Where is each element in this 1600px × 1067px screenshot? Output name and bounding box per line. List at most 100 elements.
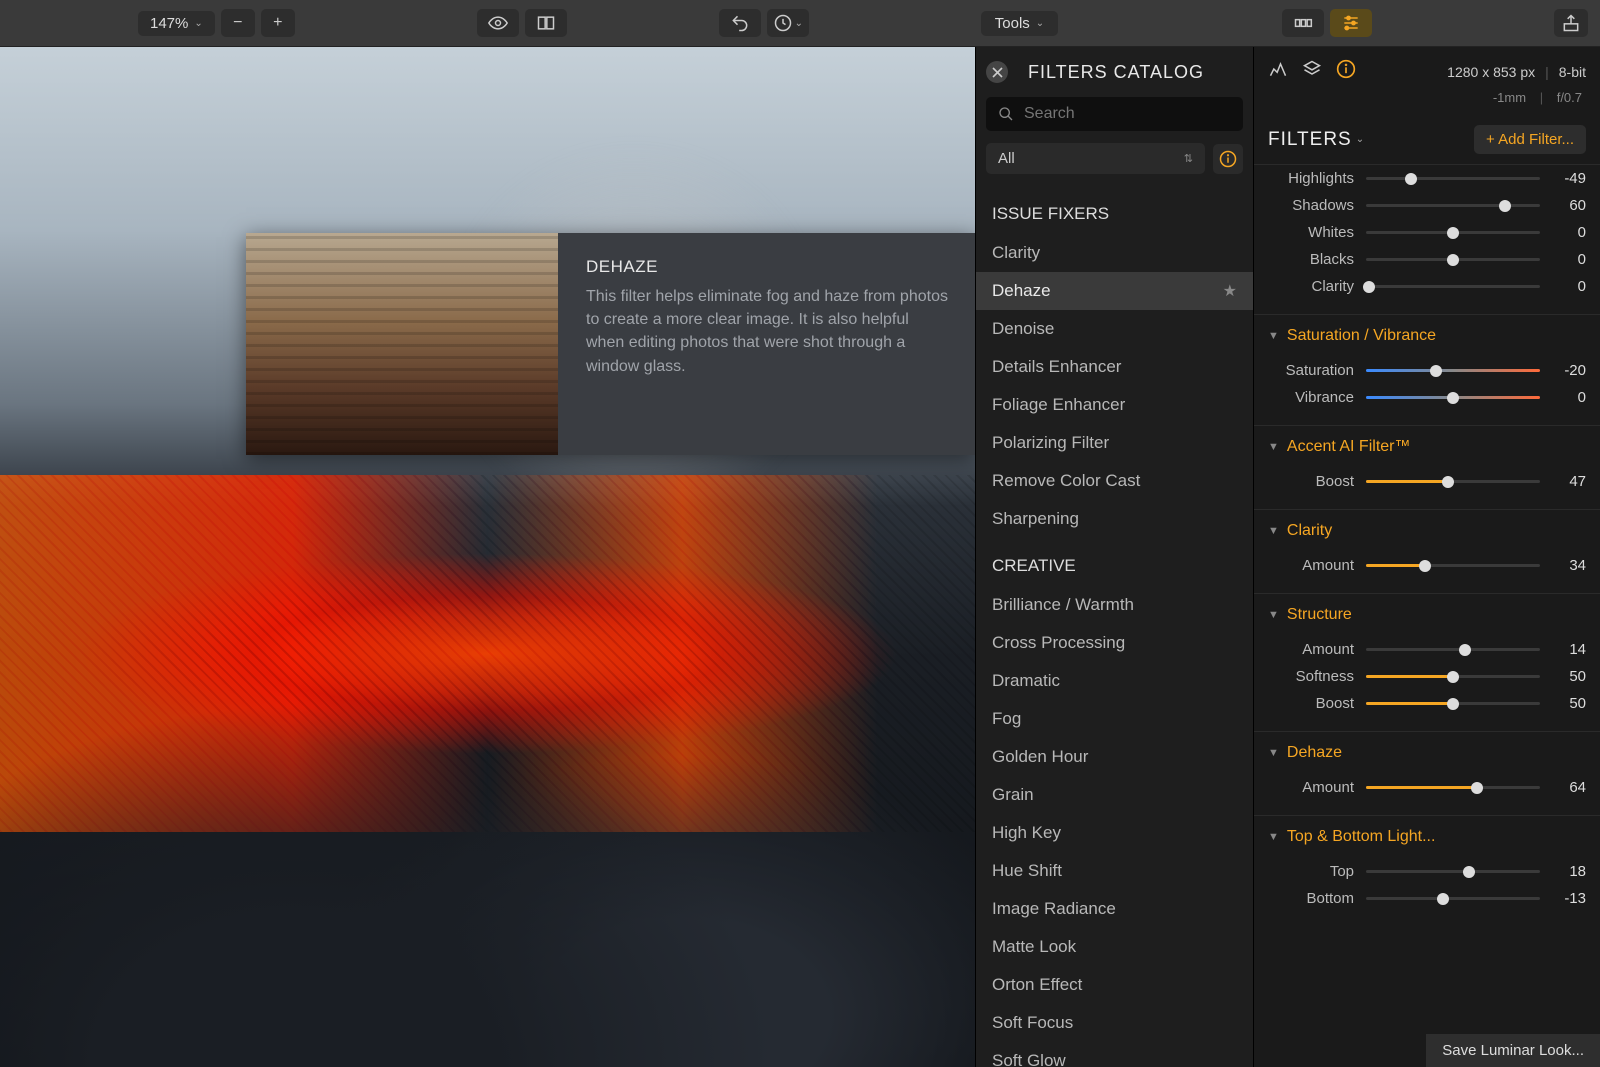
catalog-item[interactable]: Cross Processing [976, 624, 1253, 662]
history-icon [773, 13, 793, 33]
triangle-down-icon: ▼ [1268, 609, 1279, 621]
slider-track[interactable] [1366, 369, 1540, 372]
filter-group-header[interactable]: ▼Saturation / Vibrance [1254, 315, 1600, 357]
zoom-out-button[interactable]: − [221, 9, 255, 37]
info-button[interactable] [1213, 144, 1243, 174]
slider-track[interactable] [1366, 675, 1540, 678]
slider-thumb[interactable] [1447, 254, 1459, 266]
slider-track[interactable] [1366, 897, 1540, 900]
share-button[interactable] [1554, 9, 1588, 37]
slider-value: 47 [1552, 473, 1586, 490]
aperture: f/0.7 [1557, 90, 1582, 105]
catalog-item[interactable]: Soft Focus [976, 1004, 1253, 1042]
catalog-item[interactable]: Remove Color Cast [976, 462, 1253, 500]
slider-track[interactable] [1366, 702, 1540, 705]
close-catalog-button[interactable] [986, 61, 1008, 83]
catalog-item[interactable]: Grain [976, 776, 1253, 814]
slider-track[interactable] [1366, 231, 1540, 234]
toolbar: 147%⌄ − + ⌄ Tools⌄ [0, 0, 1600, 47]
slider-thumb[interactable] [1471, 782, 1483, 794]
layers-button[interactable] [1302, 59, 1322, 84]
zoom-level[interactable]: 147%⌄ [138, 11, 215, 36]
catalog-item[interactable]: High Key [976, 814, 1253, 852]
catalog-item[interactable]: Details Enhancer [976, 348, 1253, 386]
slider-row: Clarity0 [1268, 273, 1586, 300]
slider-row: Saturation-20 [1268, 357, 1586, 384]
catalog-item[interactable]: Sharpening [976, 500, 1253, 538]
histogram-button[interactable] [1268, 59, 1288, 84]
add-filter-button[interactable]: + Add Filter... [1474, 125, 1586, 154]
catalog-item[interactable]: Golden Hour [976, 738, 1253, 776]
slider-track[interactable] [1366, 177, 1540, 180]
slider-thumb[interactable] [1363, 281, 1375, 293]
catalog-item[interactable]: Orton Effect [976, 966, 1253, 1004]
slider-track[interactable] [1366, 648, 1540, 651]
presets-view-button[interactable] [1282, 9, 1324, 37]
zoom-in-button[interactable]: + [261, 9, 295, 37]
slider-label: Shadows [1268, 197, 1354, 214]
search-input[interactable] [1024, 105, 1231, 123]
catalog-item[interactable]: Fog [976, 700, 1253, 738]
search-icon [998, 106, 1014, 122]
filter-group-header[interactable]: ▼Clarity [1254, 510, 1600, 552]
catalog-item[interactable]: Foliage Enhancer [976, 386, 1253, 424]
slider-track[interactable] [1366, 285, 1540, 288]
catalog-item[interactable]: Hue Shift [976, 852, 1253, 890]
image-canvas[interactable]: DEHAZE This filter helps eliminate fog a… [0, 47, 975, 1067]
slider-thumb[interactable] [1447, 392, 1459, 404]
warning-button[interactable] [1336, 59, 1356, 84]
catalog-item[interactable]: Brilliance / Warmth [976, 586, 1253, 624]
triangle-down-icon: ▼ [1268, 831, 1279, 843]
filter-group-header[interactable]: ▼Dehaze [1254, 732, 1600, 774]
save-look-button[interactable]: Save Luminar Look... [1426, 1034, 1600, 1067]
slider-thumb[interactable] [1447, 698, 1459, 710]
catalog-item[interactable]: Image Radiance [976, 890, 1253, 928]
history-button[interactable]: ⌄ [767, 9, 809, 37]
slider-track[interactable] [1366, 564, 1540, 567]
slider-thumb[interactable] [1437, 893, 1449, 905]
catalog-item[interactable]: Denoise [976, 310, 1253, 348]
search-box[interactable] [986, 97, 1243, 131]
slider-row: Top18 [1268, 858, 1586, 885]
slider-value: 34 [1552, 557, 1586, 574]
filters-view-button[interactable] [1330, 9, 1372, 37]
catalog-item[interactable]: Matte Look [976, 928, 1253, 966]
slider-track[interactable] [1366, 480, 1540, 483]
filters-dropdown[interactable]: FILTERS⌄ [1268, 129, 1365, 151]
filter-group-header[interactable]: ▼Accent AI Filter™ [1254, 426, 1600, 468]
slider-thumb[interactable] [1499, 200, 1511, 212]
tools-menu[interactable]: Tools⌄ [981, 11, 1058, 36]
filter-group-header[interactable]: ▼Top & Bottom Light... [1254, 816, 1600, 858]
slider-value: 14 [1552, 641, 1586, 658]
slider-track[interactable] [1366, 258, 1540, 261]
catalog-item[interactable]: Soft Glow [976, 1042, 1253, 1067]
catalog-item[interactable]: Polarizing Filter [976, 424, 1253, 462]
slider-label: Boost [1268, 473, 1354, 490]
slider-thumb[interactable] [1447, 227, 1459, 239]
slider-track[interactable] [1366, 870, 1540, 873]
slider-track[interactable] [1366, 204, 1540, 207]
category-dropdown[interactable]: All ⇅ [986, 143, 1205, 174]
catalog-item[interactable]: Dramatic [976, 662, 1253, 700]
catalog-item[interactable]: Dehaze★ [976, 272, 1253, 310]
slider-thumb[interactable] [1442, 476, 1454, 488]
undo-button[interactable] [719, 9, 761, 37]
catalog-item[interactable]: Clarity [976, 234, 1253, 272]
slider-thumb[interactable] [1430, 365, 1442, 377]
slider-value: -49 [1552, 170, 1586, 187]
slider-thumb[interactable] [1463, 866, 1475, 878]
slider-label: Blacks [1268, 251, 1354, 268]
filter-group-header[interactable]: ▼Structure [1254, 594, 1600, 636]
slider-thumb[interactable] [1419, 560, 1431, 572]
slider-track[interactable] [1366, 786, 1540, 789]
star-icon[interactable]: ★ [1223, 281, 1237, 301]
slider-thumb[interactable] [1459, 644, 1471, 656]
slider-row: Bottom-13 [1268, 885, 1586, 912]
slider-thumb[interactable] [1405, 173, 1417, 185]
slider-row: Boost50 [1268, 690, 1586, 717]
slider-thumb[interactable] [1447, 671, 1459, 683]
preview-toggle-button[interactable] [477, 9, 519, 37]
slider-track[interactable] [1366, 396, 1540, 399]
slider-row: Shadows60 [1268, 192, 1586, 219]
compare-button[interactable] [525, 9, 567, 37]
